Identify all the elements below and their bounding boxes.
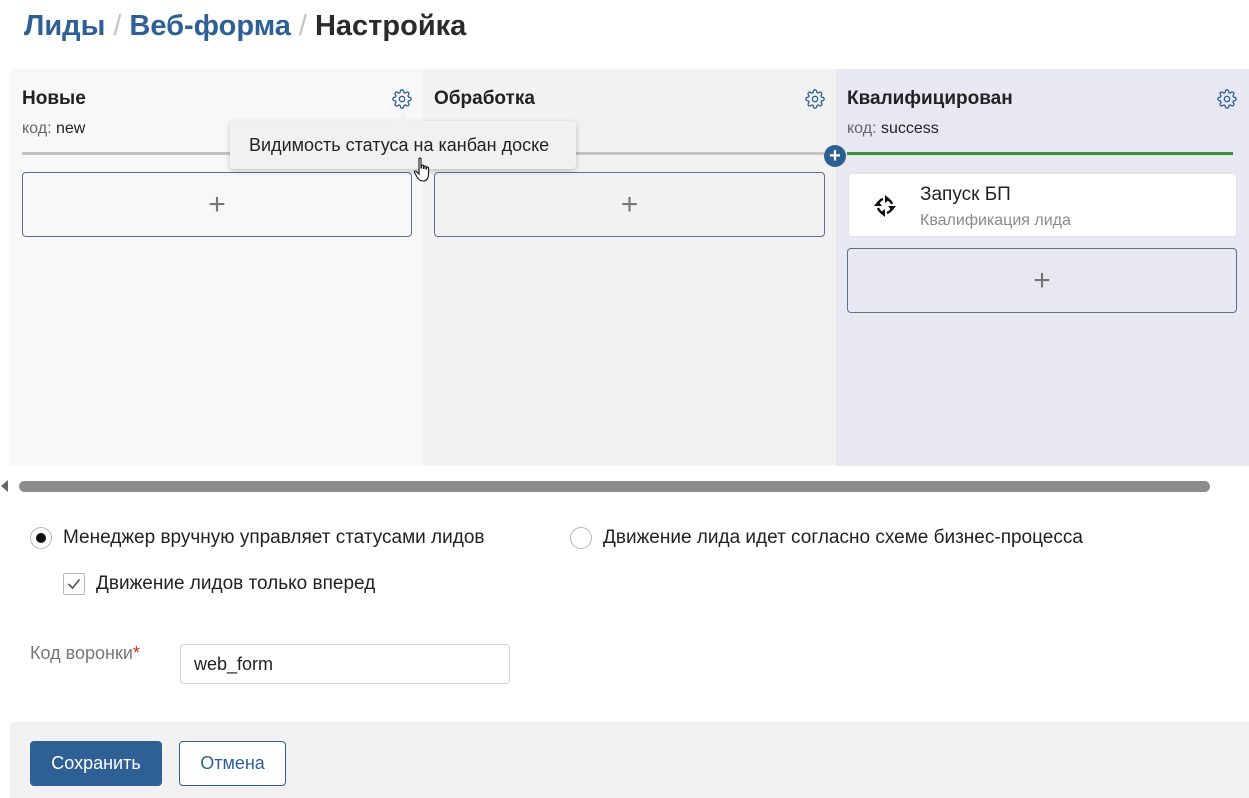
insert-status-button[interactable]: + bbox=[824, 145, 846, 167]
required-mark: * bbox=[132, 643, 140, 663]
add-card-button[interactable]: + bbox=[22, 172, 412, 237]
gear-icon[interactable] bbox=[392, 89, 412, 109]
mode-process-label: Движение лида идет согласно схеме бизнес… bbox=[603, 527, 1083, 548]
plus-icon: + bbox=[620, 187, 639, 221]
scroll-left-arrow[interactable] bbox=[1, 480, 8, 492]
radio-button[interactable] bbox=[570, 527, 592, 549]
status-column-qualified: Квалифицирован код: success + bbox=[836, 69, 1249, 466]
tooltip: Видимость статуса на канбан доске bbox=[230, 113, 576, 169]
funnel-code-label-text: Код воронки bbox=[30, 643, 133, 663]
hand-cursor-icon bbox=[413, 157, 430, 182]
radio-button-checked[interactable] bbox=[30, 527, 52, 549]
breadcrumb: Лиды / Веб-форма / Настройка bbox=[24, 10, 466, 43]
status-title: Новые bbox=[22, 88, 86, 109]
status-code-label: код: bbox=[22, 120, 52, 137]
process-cycle-icon bbox=[874, 195, 896, 217]
process-card-title: Запуск БП bbox=[920, 184, 1011, 205]
checkmark-icon bbox=[67, 578, 81, 590]
status-color-line bbox=[847, 152, 1233, 155]
gear-icon[interactable] bbox=[1217, 89, 1237, 109]
page-title: Настройка bbox=[314, 10, 467, 42]
mode-manual-label: Менеджер вручную управляет статусами лид… bbox=[63, 527, 485, 548]
funnel-code-input[interactable] bbox=[180, 644, 510, 684]
breadcrumb-separator: / bbox=[113, 10, 122, 42]
plus-icon: + bbox=[1033, 263, 1051, 297]
forward-only-label: Движение лидов только вперед bbox=[96, 573, 376, 594]
forward-only-checkbox[interactable] bbox=[63, 573, 85, 595]
mode-process-option[interactable]: Движение лида идет согласно схеме бизнес… bbox=[570, 527, 1083, 549]
status-code-value: success bbox=[880, 120, 939, 137]
add-card-button[interactable]: + bbox=[847, 248, 1237, 313]
status-code: код: new bbox=[22, 120, 85, 138]
kanban-board: Новые код: new + Обработка + Квалифициро… bbox=[10, 69, 1249, 466]
process-card[interactable]: Запуск БП Квалификация лида bbox=[848, 173, 1237, 237]
status-code-label: код: bbox=[847, 120, 877, 137]
status-code: код: success bbox=[847, 120, 939, 138]
status-title: Квалифицирован bbox=[847, 88, 1013, 109]
breadcrumb-leads-link[interactable]: Лиды bbox=[24, 10, 105, 42]
forward-only-option[interactable]: Движение лидов только вперед bbox=[63, 573, 375, 595]
process-card-subtitle: Квалификация лида bbox=[920, 212, 1071, 229]
plus-icon: + bbox=[208, 187, 226, 221]
save-button[interactable]: Сохранить bbox=[30, 741, 162, 786]
breadcrumb-webform-link[interactable]: Веб-форма bbox=[129, 10, 291, 42]
mode-manual-option[interactable]: Менеджер вручную управляет статусами лид… bbox=[30, 527, 485, 549]
footer-bar: Сохранить Отмена bbox=[10, 722, 1249, 798]
funnel-code-label: Код воронки* bbox=[30, 641, 140, 665]
horizontal-scrollbar[interactable] bbox=[19, 481, 1210, 492]
status-code-value: new bbox=[55, 120, 86, 137]
cancel-button[interactable]: Отмена bbox=[179, 741, 286, 786]
gear-icon[interactable] bbox=[805, 89, 825, 109]
add-card-button[interactable]: + bbox=[434, 172, 825, 237]
status-title: Обработка bbox=[434, 88, 535, 109]
breadcrumb-separator: / bbox=[298, 10, 307, 42]
